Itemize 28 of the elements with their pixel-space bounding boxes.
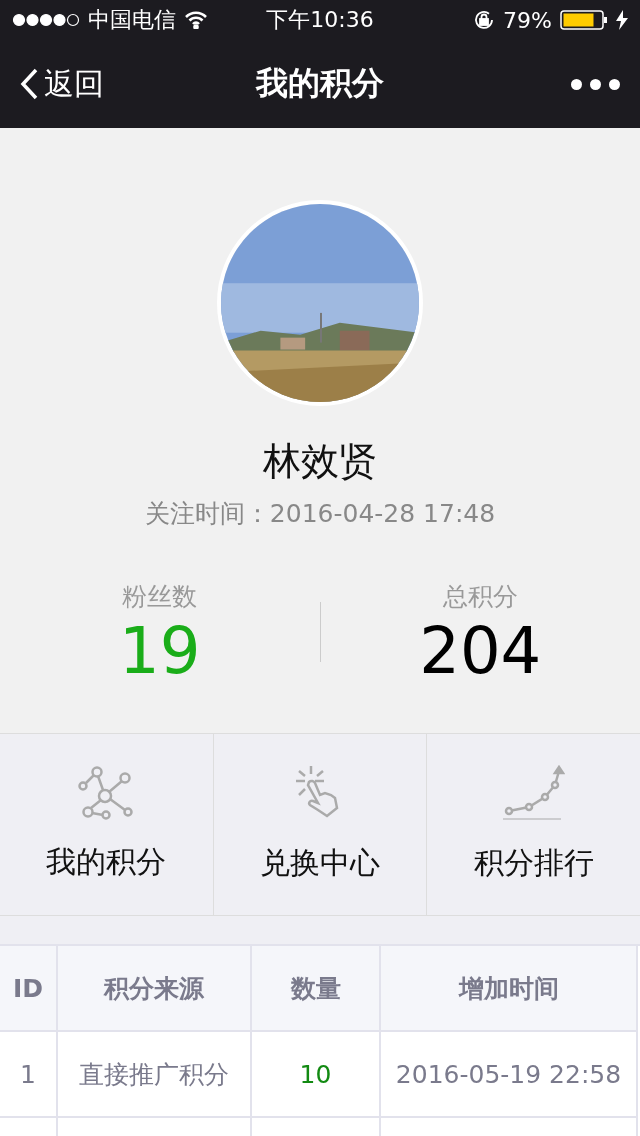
column-header: ID bbox=[0, 946, 58, 1032]
signal-icon bbox=[12, 13, 80, 27]
charging-bolt-icon bbox=[616, 10, 628, 30]
back-button[interactable]: 返回 bbox=[20, 63, 140, 105]
battery-percent: 79% bbox=[503, 7, 552, 33]
page-title: 我的积分 bbox=[256, 63, 384, 104]
stat-value: 204 bbox=[419, 619, 542, 683]
table-cell: 1 bbox=[0, 1032, 58, 1118]
stat-value: 19 bbox=[119, 619, 201, 683]
table-cell: 2016-05-19 22:58 bbox=[381, 1032, 638, 1118]
column-header: 数量 bbox=[252, 946, 381, 1032]
battery-icon bbox=[560, 10, 608, 30]
stat-label: 粉丝数 bbox=[122, 581, 198, 613]
follow-label: 关注时间： bbox=[144, 499, 270, 528]
carrier-name: 中国电信 bbox=[88, 6, 176, 34]
wifi-icon bbox=[184, 11, 208, 29]
user-name: 林效贤 bbox=[263, 438, 377, 485]
follow-time: 2016-04-28 17:48 bbox=[269, 499, 496, 528]
status-time: 下午10:36 bbox=[266, 6, 374, 34]
table-cell: 直接推广积分 bbox=[58, 1032, 252, 1118]
column-header: 增加时间 bbox=[381, 946, 638, 1032]
chevron-left-icon bbox=[20, 68, 38, 100]
table-cell: 10 bbox=[252, 1032, 381, 1118]
column-header: 积分来源 bbox=[58, 946, 252, 1032]
rotation-lock-icon bbox=[473, 9, 496, 31]
stat-label: 总积分 bbox=[442, 581, 518, 613]
trend-chart-icon bbox=[502, 765, 565, 823]
network-icon bbox=[78, 766, 135, 822]
